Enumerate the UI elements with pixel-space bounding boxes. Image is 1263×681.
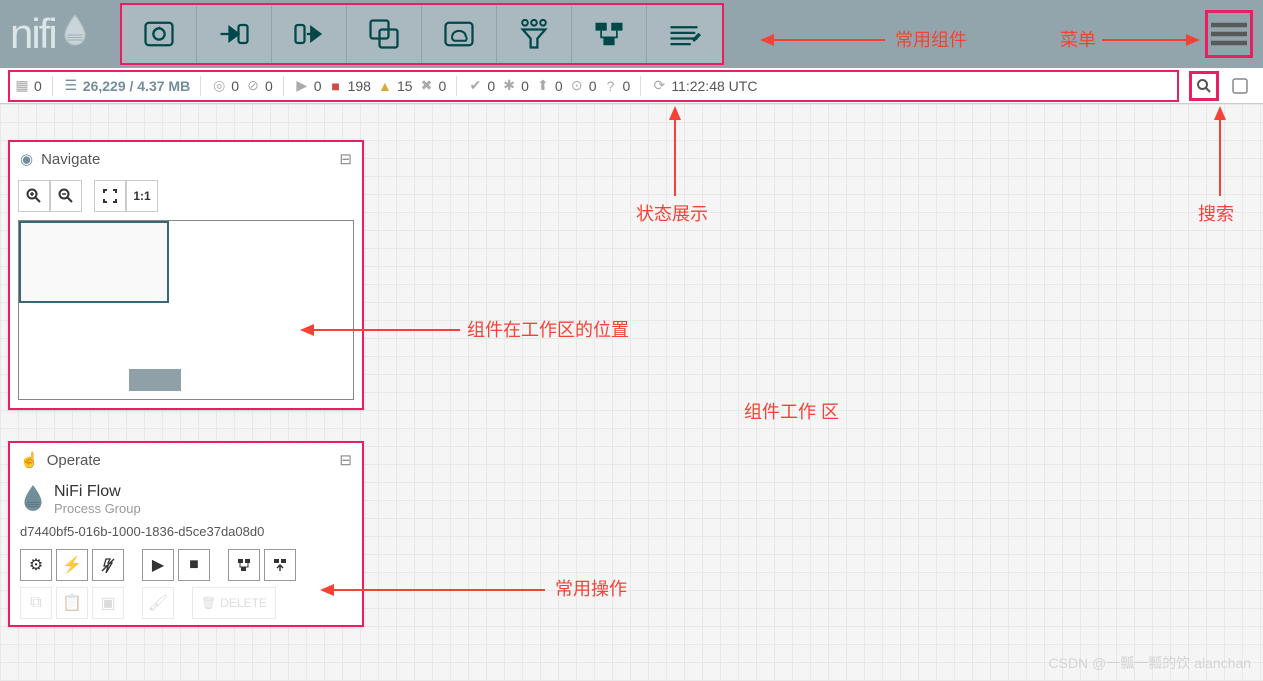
color-button: 🖌 xyxy=(142,587,174,619)
process-group-button[interactable] xyxy=(347,5,422,63)
configure-button[interactable]: ⚙ xyxy=(20,549,52,581)
operate-info: NiFi Flow Process Group xyxy=(20,483,352,518)
drop-icon xyxy=(20,483,46,518)
hamburger-menu-button[interactable] xyxy=(1205,10,1253,58)
running-count: 0 xyxy=(314,78,322,94)
navigate-title: Navigate xyxy=(41,151,100,168)
delete-button: 🗑 DELETE xyxy=(192,587,276,619)
component-minimap-block xyxy=(129,369,181,391)
stale-count: 0 xyxy=(555,78,563,94)
invalid-icon: ▲ xyxy=(377,78,393,94)
bulletin-button[interactable] xyxy=(1225,71,1255,101)
uptodate-count: 0 xyxy=(487,78,495,94)
running-icon: ▶ xyxy=(294,78,310,94)
stopped-count: 198 xyxy=(348,78,371,94)
funnel-button[interactable] xyxy=(497,5,572,63)
refresh-time: 11:22:48 UTC xyxy=(671,78,757,94)
stop-button[interactable]: ■ xyxy=(178,549,210,581)
template-button[interactable] xyxy=(572,5,647,63)
logo-text: nifi xyxy=(10,10,56,58)
refresh-icon[interactable]: ⟳ xyxy=(651,78,667,94)
collapse-button[interactable]: ⊟ xyxy=(339,150,352,168)
navigate-header: ◉ Navigate ⊟ xyxy=(10,142,362,176)
logo: nifi xyxy=(10,10,90,58)
unknown-count: 0 xyxy=(623,78,631,94)
navigate-controls: 1:1 xyxy=(10,176,362,216)
viewport-indicator[interactable] xyxy=(19,221,169,303)
unknown-icon: ? xyxy=(603,78,619,94)
output-port-button[interactable] xyxy=(272,5,347,63)
stale-icon: ⬆ xyxy=(535,78,551,94)
input-port-button[interactable] xyxy=(197,5,272,63)
status-bar: ▦0 ☰26,229 / 4.37 MB ◎0 ⊘0 ▶0 ■198 ▲15 ✖… xyxy=(0,68,1263,104)
zoom-out-button[interactable] xyxy=(50,180,82,212)
enable-button[interactable]: ⚡ xyxy=(56,549,88,581)
locally-modified-count: 0 xyxy=(521,78,529,94)
stopped-icon: ■ xyxy=(328,78,344,94)
operate-buttons-row2: ⧉ 📋 ▣ 🖌 🗑 DELETE xyxy=(20,587,352,619)
remote-process-group-button[interactable] xyxy=(422,5,497,63)
upload-template-button[interactable] xyxy=(264,549,296,581)
groups-count: 0 xyxy=(34,78,42,94)
navigate-birdseye[interactable] xyxy=(18,220,354,400)
sync-fail-count: 0 xyxy=(589,78,597,94)
flow-type: Process Group xyxy=(54,501,141,516)
copy-button: ⧉ xyxy=(20,587,52,619)
create-template-button[interactable] xyxy=(228,549,260,581)
zoom-in-button[interactable] xyxy=(18,180,50,212)
hand-icon: ☝ xyxy=(20,451,39,469)
operate-title: Operate xyxy=(47,452,101,469)
queued-icon: ☰ xyxy=(63,78,79,94)
disabled-count: 0 xyxy=(439,78,447,94)
search-button[interactable] xyxy=(1189,71,1219,101)
not-transmitting-icon: ⊘ xyxy=(245,78,261,94)
processor-button[interactable] xyxy=(122,5,197,63)
invalid-count: 15 xyxy=(397,78,413,94)
uptodate-icon: ✔ xyxy=(467,78,483,94)
navigate-panel: ◉ Navigate ⊟ 1:1 xyxy=(8,140,364,410)
operate-header: ☝ Operate ⊟ xyxy=(10,443,362,477)
logo-drop-icon xyxy=(60,10,90,58)
disabled-icon: ✖ xyxy=(419,78,435,94)
app-header: nifi xyxy=(0,0,1263,68)
start-button[interactable]: ▶ xyxy=(142,549,174,581)
queued-value: 26,229 / 4.37 MB xyxy=(83,78,190,94)
disable-button[interactable] xyxy=(92,549,124,581)
groups-icon: ▦ xyxy=(14,78,30,94)
label-button[interactable] xyxy=(647,5,722,63)
flow-name: NiFi Flow xyxy=(54,483,141,501)
zoom-fit-button[interactable] xyxy=(94,180,126,212)
transmitting-count: 0 xyxy=(231,78,239,94)
zoom-actual-button[interactable]: 1:1 xyxy=(126,180,158,212)
transmitting-icon: ◎ xyxy=(211,78,227,94)
operate-buttons-row1: ⚙ ⚡ ▶ ■ xyxy=(20,549,352,581)
component-toolbar xyxy=(120,3,724,65)
operate-panel: ☝ Operate ⊟ NiFi Flow Process Group d744… xyxy=(8,441,364,627)
sync-fail-icon: ⊙ xyxy=(569,78,585,94)
compass-icon: ◉ xyxy=(20,150,33,168)
flow-id: d7440bf5-016b-1000-1836-d5ce37da08d0 xyxy=(20,524,352,539)
locally-modified-icon: ✱ xyxy=(501,78,517,94)
status-metrics: ▦0 ☰26,229 / 4.37 MB ◎0 ⊘0 ▶0 ■198 ▲15 ✖… xyxy=(8,70,1179,102)
collapse-button[interactable]: ⊟ xyxy=(339,451,352,469)
not-transmitting-count: 0 xyxy=(265,78,273,94)
paste-button: 📋 xyxy=(56,587,88,619)
group-button: ▣ xyxy=(92,587,124,619)
